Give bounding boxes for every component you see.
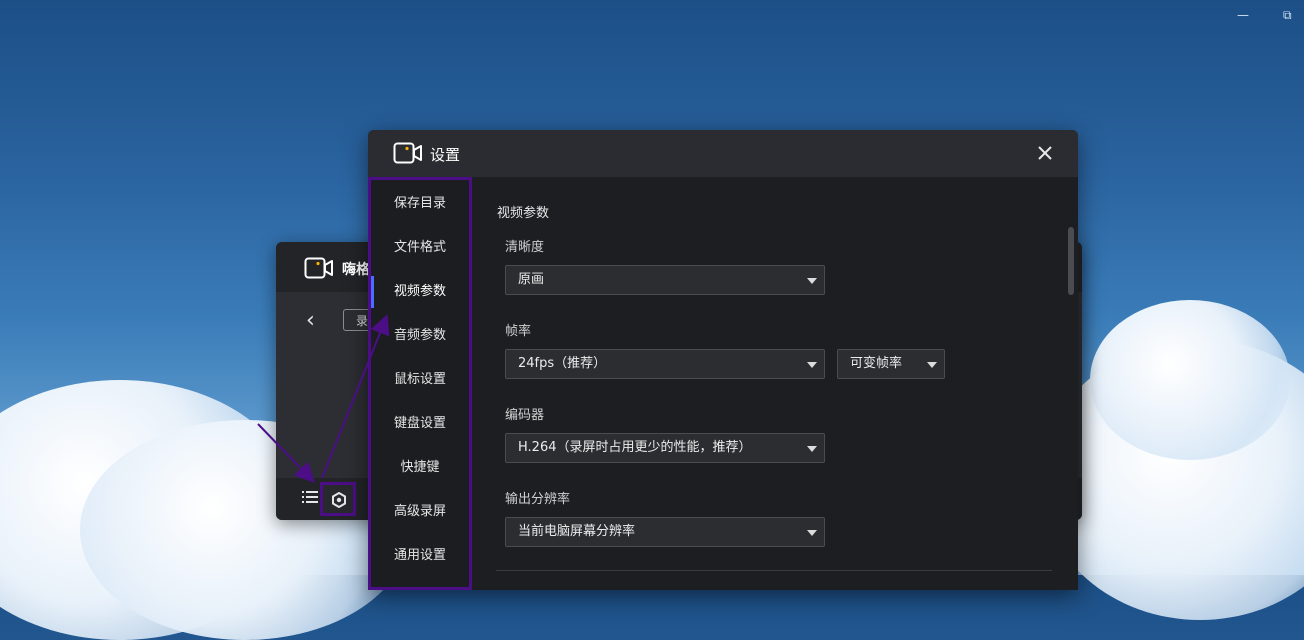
desktop-minimize-button[interactable]: — <box>1237 8 1249 22</box>
resolution-value: 当前电脑屏幕分辨率 <box>518 524 636 539</box>
nav-item-keyboard-settings[interactable]: 键盘设置 <box>371 402 469 446</box>
dialog-header: 设置 <box>368 130 1078 177</box>
framerate-select[interactable]: 24fps（推荐） <box>505 349 825 379</box>
nav-item-save-directory[interactable]: 保存目录 <box>371 182 469 226</box>
clarity-value: 原画 <box>518 272 545 287</box>
settings-dialog: 设置 保存目录 文件格式 视频参数 音频参数 鼠标设置 键盘设置 快捷键 高级录… <box>368 130 1078 590</box>
dialog-title: 设置 <box>430 146 461 164</box>
list-icon[interactable] <box>302 490 318 504</box>
framerate-mode-select[interactable]: 可变帧率 <box>837 349 945 379</box>
desktop-restore-button[interactable]: ⧉ <box>1283 8 1292 23</box>
framerate-value: 24fps（推荐） <box>518 356 607 371</box>
chevron-down-icon <box>927 362 937 368</box>
nav-item-general-settings[interactable]: 通用设置 <box>371 534 469 578</box>
nav-item-mouse-settings[interactable]: 鼠标设置 <box>371 358 469 402</box>
close-icon[interactable] <box>1034 142 1056 164</box>
chevron-down-icon <box>807 362 817 368</box>
settings-content: 视频参数 清晰度 原画 帧率 24fps（推荐） 可变帧率 编码器 H.264（… <box>472 177 1078 590</box>
back-button[interactable]: ‹ <box>306 310 315 332</box>
content-scrollbar[interactable] <box>1068 227 1074 295</box>
settings-button[interactable] <box>320 482 356 516</box>
nav-item-video-params[interactable]: 视频参数 <box>371 270 469 314</box>
resolution-label: 输出分辨率 <box>505 492 571 507</box>
encoder-label: 编码器 <box>505 408 545 423</box>
app-title: 嗨格 <box>342 262 370 278</box>
gear-icon <box>332 492 346 508</box>
cloud <box>1090 300 1290 460</box>
clarity-select[interactable]: 原画 <box>505 265 825 295</box>
clarity-label: 清晰度 <box>505 240 545 255</box>
section-title: 视频参数 <box>497 206 550 221</box>
nav-item-audio-params[interactable]: 音频参数 <box>371 314 469 358</box>
camera-logo-icon <box>304 257 333 279</box>
framerate-mode-value: 可变帧率 <box>850 356 903 371</box>
resolution-select[interactable]: 当前电脑屏幕分辨率 <box>505 517 825 547</box>
content-divider <box>496 570 1052 571</box>
chevron-down-icon <box>807 278 817 284</box>
encoder-value: H.264（录屏时占用更少的性能，推荐） <box>518 440 752 455</box>
chevron-down-icon <box>807 530 817 536</box>
nav-item-advanced-recording[interactable]: 高级录屏 <box>371 490 469 534</box>
nav-item-shortcuts[interactable]: 快捷键 <box>371 446 469 490</box>
settings-nav: 保存目录 文件格式 视频参数 音频参数 鼠标设置 键盘设置 快捷键 高级录屏 通… <box>368 177 472 590</box>
encoder-select[interactable]: H.264（录屏时占用更少的性能，推荐） <box>505 433 825 463</box>
nav-item-file-format[interactable]: 文件格式 <box>371 226 469 270</box>
camera-logo-icon <box>393 142 422 164</box>
chevron-down-icon <box>807 446 817 452</box>
framerate-label: 帧率 <box>505 324 532 339</box>
